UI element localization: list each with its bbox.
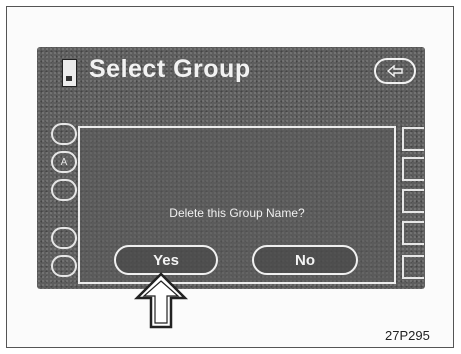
side-left-label: A bbox=[60, 156, 68, 168]
back-button[interactable] bbox=[374, 58, 416, 84]
figure-code: 27P295 bbox=[385, 328, 430, 343]
side-right-button-5[interactable] bbox=[402, 255, 424, 279]
side-left-button-3[interactable] bbox=[51, 179, 77, 201]
yes-button[interactable]: Yes bbox=[114, 245, 218, 275]
title-marker-icon bbox=[62, 59, 77, 87]
side-right-button-1[interactable] bbox=[402, 127, 424, 151]
side-right-button-2[interactable] bbox=[402, 157, 424, 181]
side-left-button-5[interactable] bbox=[51, 255, 77, 277]
screen-title: Select Group bbox=[89, 55, 251, 83]
no-button[interactable]: No bbox=[252, 245, 358, 275]
back-arrow-icon bbox=[386, 65, 403, 77]
side-left-button-1[interactable] bbox=[51, 123, 77, 145]
side-right-button-3[interactable] bbox=[402, 189, 424, 213]
side-right-button-4[interactable] bbox=[402, 221, 424, 245]
side-left-button-4[interactable] bbox=[51, 227, 77, 249]
pointer-arrow-icon bbox=[133, 272, 189, 329]
nav-screen: Select Group A Delete this Group Name? Y… bbox=[37, 47, 425, 289]
dialog-message: Delete this Group Name? bbox=[169, 206, 305, 220]
side-left-button-2[interactable]: A bbox=[51, 151, 77, 173]
confirm-dialog: Delete this Group Name? Yes No bbox=[78, 126, 396, 284]
